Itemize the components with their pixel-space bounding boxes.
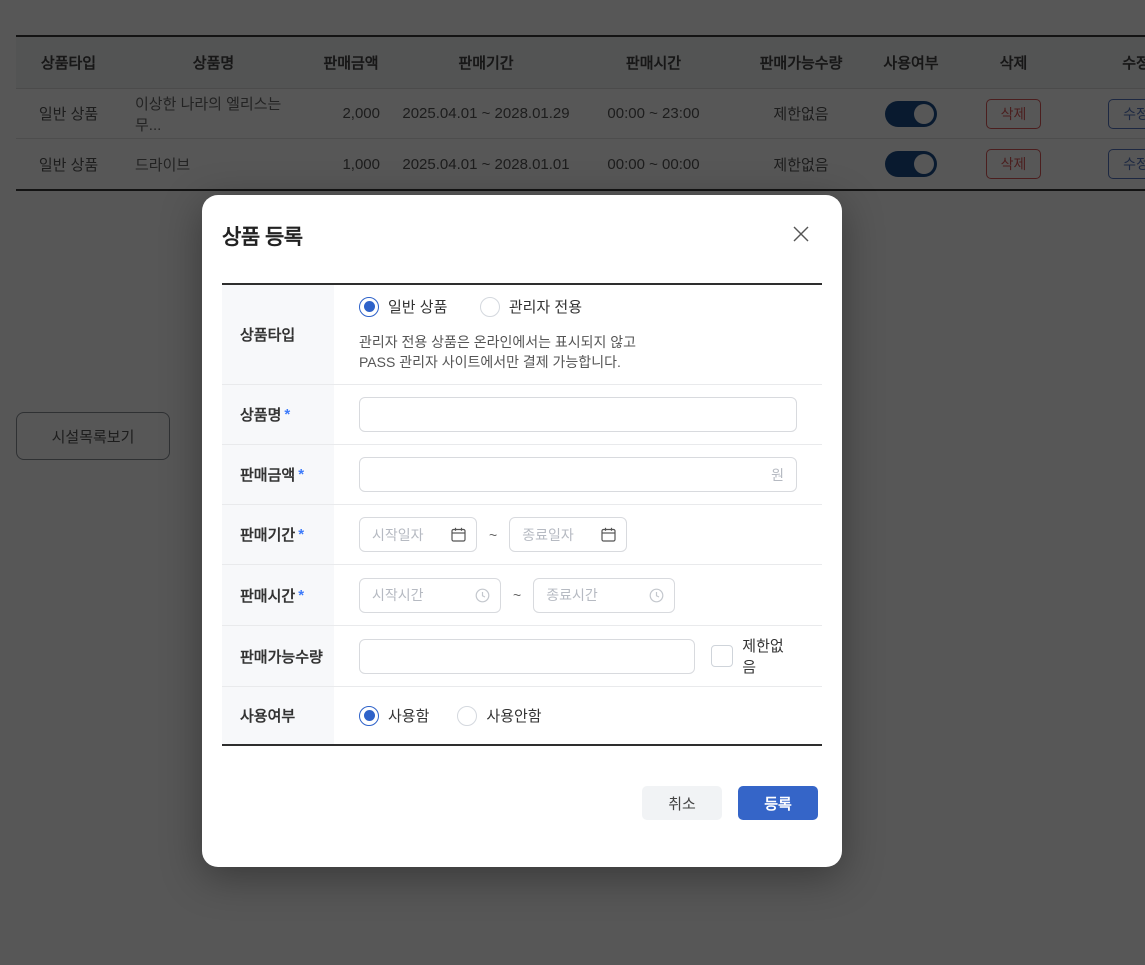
radio-icon bbox=[479, 296, 500, 317]
form-row-sale-period: 판매기간* ~ bbox=[222, 505, 822, 565]
use-off-label: 사용안함 bbox=[486, 708, 542, 725]
price-input[interactable] bbox=[359, 457, 797, 492]
checkbox-icon bbox=[711, 645, 734, 667]
radio-icon bbox=[359, 705, 379, 726]
required-mark: * bbox=[298, 586, 305, 604]
time-separator: ~ bbox=[513, 587, 522, 603]
radio-use-on[interactable]: 사용함 bbox=[359, 705, 429, 726]
form-row-sale-time: 판매시간* ~ bbox=[222, 565, 822, 626]
form-row-use-status: 사용여부 사용함 사용안함 bbox=[222, 687, 822, 746]
close-icon bbox=[793, 226, 809, 242]
radio-use-off[interactable]: 사용안함 bbox=[457, 705, 542, 726]
product-type-label: 상품타입 bbox=[222, 285, 334, 384]
close-button[interactable] bbox=[788, 221, 814, 247]
radio-general-product[interactable]: 일반 상품 bbox=[359, 296, 447, 317]
helper-line-1: 관리자 전용 상품은 온라인에서는 표시되지 않고 bbox=[359, 333, 637, 350]
use-status-label: 사용여부 bbox=[222, 687, 334, 744]
form-row-quantity: 판매가능수량 제한없음 bbox=[222, 626, 822, 687]
modal-header: 상품 등록 bbox=[202, 195, 842, 251]
quantity-label: 판매가능수량 bbox=[222, 626, 334, 686]
label-text: 상품명 bbox=[240, 407, 282, 424]
cancel-button[interactable]: 취소 bbox=[642, 786, 722, 820]
label-text: 판매시간 bbox=[240, 587, 296, 605]
form-row-product-name: 상품명 * bbox=[222, 385, 822, 445]
radio-admin-only[interactable]: 관리자 전용 bbox=[479, 296, 582, 317]
end-date-input[interactable] bbox=[509, 517, 628, 552]
unlimited-checkbox-wrap[interactable]: 제한없음 bbox=[711, 635, 797, 677]
quantity-input[interactable] bbox=[359, 638, 696, 674]
product-name-input[interactable] bbox=[359, 397, 797, 432]
radio-general-label: 일반 상품 bbox=[388, 299, 448, 317]
required-mark: * bbox=[284, 406, 291, 423]
modal-footer: 취소 등록 bbox=[202, 746, 842, 820]
product-name-label: 상품명 * bbox=[222, 385, 334, 444]
period-separator: ~ bbox=[489, 526, 498, 543]
unlimited-label: 제한없음 bbox=[742, 638, 784, 676]
start-time-input[interactable] bbox=[359, 577, 501, 613]
required-mark: * bbox=[298, 466, 305, 483]
product-register-modal: 상품 등록 상품타입 일반 상품 관리자 전용 관리자 전용 상품은 온라인에서… bbox=[202, 195, 842, 867]
submit-button[interactable]: 등록 bbox=[738, 786, 818, 820]
radio-icon bbox=[457, 705, 478, 726]
start-date-input[interactable] bbox=[359, 517, 477, 552]
label-text: 판매금액 bbox=[240, 467, 296, 484]
sale-period-label: 판매기간 * bbox=[222, 505, 334, 564]
helper-line-2: PASS 관리자 사이트에서만 결제 가능합니다. bbox=[359, 354, 621, 371]
required-mark: * bbox=[298, 526, 305, 543]
radio-admin-label: 관리자 전용 bbox=[508, 299, 582, 317]
label-text: 판매기간 bbox=[240, 527, 296, 544]
product-form: 상품타입 일반 상품 관리자 전용 관리자 전용 상품은 온라인에서는 표시되지… bbox=[222, 285, 822, 746]
form-row-product-type: 상품타입 일반 상품 관리자 전용 관리자 전용 상품은 온라인에서는 표시되지… bbox=[222, 285, 822, 385]
sale-time-label: 판매시간 * bbox=[222, 565, 334, 625]
use-on-label: 사용함 bbox=[388, 708, 430, 725]
end-time-input[interactable] bbox=[533, 577, 676, 613]
modal-title: 상품 등록 bbox=[222, 226, 303, 249]
price-label: 판매금액 * bbox=[222, 445, 334, 504]
form-row-price: 판매금액 * 원 bbox=[222, 445, 822, 505]
radio-icon bbox=[359, 296, 379, 317]
product-type-helper: 관리자 전용 상품은 온라인에서는 표시되지 않고 PASS 관리자 사이트에서… bbox=[359, 332, 636, 373]
